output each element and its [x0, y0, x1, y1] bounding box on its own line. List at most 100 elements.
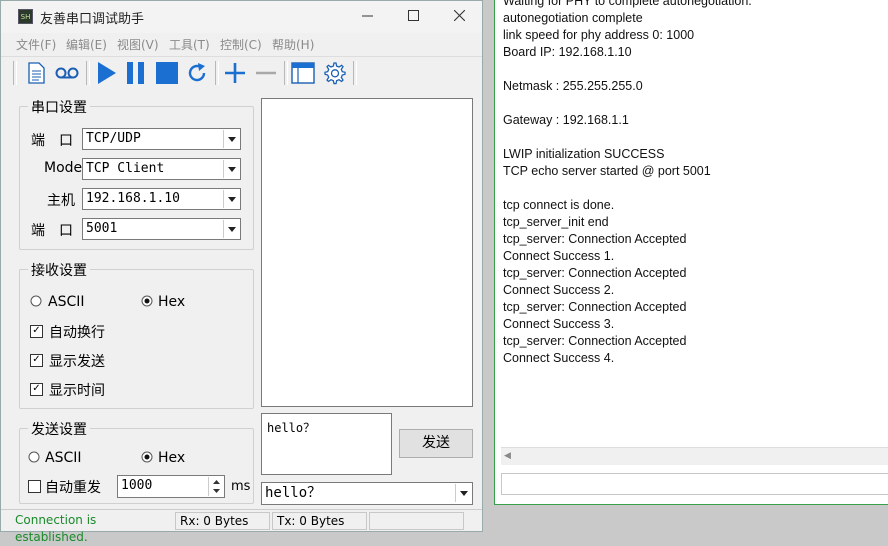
stop-icon[interactable]	[154, 60, 180, 86]
chevron-down-icon[interactable]	[223, 160, 239, 178]
console-line: Netmask : 255.255.255.0	[503, 79, 643, 93]
serial-assistant-window: SH 友善串口调试助手 文件(F) 编辑(E) 视图(V) 工具(T) 控制(C…	[0, 0, 483, 544]
menu-tools[interactable]: 工具(T)	[169, 36, 210, 53]
menu-control[interactable]: 控制(C)	[220, 36, 262, 53]
show-time-checkbox[interactable]: ✓	[30, 383, 43, 396]
serial-settings-group: 串口设置 端 口 TCP/UDP Mode TCP Client 主机 192.…	[19, 97, 254, 250]
console-line: Connect Success 2.	[503, 283, 615, 297]
port-number-value: 5001	[86, 221, 118, 236]
maximize-icon	[407, 9, 419, 25]
receive-hex-label[interactable]: Hex	[158, 294, 185, 310]
window-icon[interactable]	[290, 60, 316, 86]
status-bar: Connection is established. Rx: 0 Bytes T…	[1, 509, 482, 544]
receive-ascii-radio[interactable]	[30, 295, 42, 307]
connection-status: Connection is established.	[15, 513, 97, 544]
send-settings-group: 发送设置 ASCII Hex 自动重发 1000 ms	[19, 419, 254, 504]
host-select-value: 192.168.1.10	[86, 191, 180, 206]
auto-newline-checkbox[interactable]: ✓	[30, 325, 43, 338]
tx-counter: Tx: 0 Bytes	[272, 512, 367, 530]
chevron-down-icon[interactable]	[455, 484, 471, 502]
gear-icon[interactable]	[321, 60, 347, 86]
show-time-label[interactable]: 显示时间	[49, 380, 105, 400]
menu-file[interactable]: 文件(F)	[16, 36, 56, 53]
chevron-down-icon[interactable]	[223, 130, 239, 148]
console-line: autonegotiation complete	[503, 11, 643, 25]
close-button[interactable]	[436, 1, 482, 33]
send-hex-radio[interactable]	[141, 451, 153, 463]
minus-icon[interactable]	[253, 60, 279, 86]
minimize-icon	[361, 9, 373, 25]
console-line: link speed for phy address 0: 1000	[503, 28, 695, 42]
terminal-console-window: Waiting for PHY to complete autonegotiat…	[494, 0, 888, 505]
minimize-button[interactable]	[344, 1, 390, 33]
repeat-interval-stepper[interactable]: 1000	[117, 475, 225, 498]
toolbar-separator	[353, 61, 357, 85]
port-select-value: TCP/UDP	[86, 131, 141, 146]
send-ascii-radio[interactable]	[28, 451, 40, 463]
port-label: 端 口	[31, 133, 73, 149]
window-title: 友善串口调试助手	[40, 12, 145, 27]
maximize-button[interactable]	[390, 1, 436, 33]
chevron-down-icon[interactable]	[223, 190, 239, 208]
console-line: LWIP initialization SUCCESS	[503, 147, 665, 161]
cassette-icon[interactable]	[54, 60, 80, 86]
title-bar[interactable]: SH 友善串口调试助手	[1, 1, 482, 33]
port-number-select[interactable]: 5001	[82, 218, 241, 240]
receive-settings-group: 接收设置 ASCII Hex ✓ 自动换行 ✓ 显示发送 ✓ 显示时间	[19, 260, 254, 409]
status-empty-panel	[369, 512, 464, 530]
receive-hex-radio[interactable]	[141, 295, 153, 307]
show-send-checkbox[interactable]: ✓	[30, 354, 43, 367]
console-line: tcp_server: Connection Accepted	[503, 334, 687, 348]
menu-help[interactable]: 帮助(H)	[272, 36, 314, 53]
console-line: Waiting for PHY to complete autonegotiat…	[503, 0, 752, 8]
console-line: tcp_server: Connection Accepted	[503, 266, 687, 280]
auto-newline-label[interactable]: 自动换行	[49, 322, 105, 342]
console-line: Connect Success 1.	[503, 249, 615, 263]
console-line: Connect Success 3.	[503, 317, 615, 331]
host-select[interactable]: 192.168.1.10	[82, 188, 241, 210]
mode-select-value: TCP Client	[86, 161, 165, 176]
chevron-down-icon[interactable]	[223, 220, 239, 238]
send-ascii-label[interactable]: ASCII	[45, 450, 82, 466]
horizontal-scrollbar[interactable]: ◀	[501, 447, 888, 465]
document-icon[interactable]	[23, 60, 49, 86]
toolbar-separator	[13, 61, 17, 85]
stepper-arrows-icon[interactable]	[208, 477, 223, 496]
app-icon: SH	[18, 9, 33, 24]
send-history-select[interactable]: hello？	[261, 482, 473, 505]
mode-select[interactable]: TCP Client	[82, 158, 241, 180]
host-label: 主机	[47, 193, 75, 209]
send-button[interactable]: 发送	[399, 429, 473, 458]
auto-repeat-checkbox[interactable]	[28, 480, 41, 493]
console-line: tcp_server: Connection Accepted	[503, 300, 687, 314]
console-line: TCP echo server started @ port 5001	[503, 164, 711, 178]
console-line: Gateway : 192.168.1.1	[503, 113, 629, 127]
toolbar	[1, 56, 482, 88]
send-text-area[interactable]: hello？	[261, 413, 392, 475]
show-send-label[interactable]: 显示发送	[49, 351, 105, 371]
console-line: tcp connect is done.	[503, 198, 615, 212]
receive-ascii-label[interactable]: ASCII	[48, 294, 85, 310]
toolbar-separator	[86, 61, 90, 85]
receive-display-area[interactable]	[261, 98, 473, 407]
send-hex-label[interactable]: Hex	[158, 450, 185, 466]
send-settings-title: 发送设置	[28, 419, 90, 439]
scroll-left-arrow-icon[interactable]: ◀	[504, 451, 511, 461]
play-icon[interactable]	[93, 60, 119, 86]
console-line: tcp_server: Connection Accepted	[503, 232, 687, 246]
auto-repeat-label[interactable]: 自动重发	[45, 477, 101, 497]
pause-icon[interactable]	[123, 60, 149, 86]
port-select[interactable]: TCP/UDP	[82, 128, 241, 150]
menu-edit[interactable]: 编辑(E)	[66, 36, 107, 53]
plus-icon[interactable]	[222, 60, 248, 86]
send-history-value: hello？	[265, 485, 322, 501]
refresh-icon[interactable]	[184, 60, 210, 86]
receive-settings-title: 接收设置	[28, 260, 90, 280]
console-input-field[interactable]	[501, 473, 888, 495]
toolbar-separator	[215, 61, 219, 85]
menu-view[interactable]: 视图(V)	[117, 36, 159, 53]
rx-counter: Rx: 0 Bytes	[175, 512, 270, 530]
